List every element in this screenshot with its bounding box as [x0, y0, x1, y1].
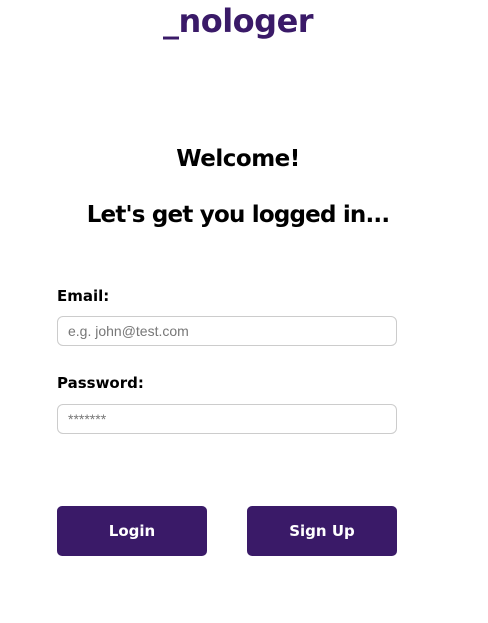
login-subtitle: Let's get you logged in...: [86, 202, 390, 228]
welcome-heading: Welcome!: [176, 146, 300, 172]
password-label: Password:: [57, 374, 144, 392]
login-button[interactable]: Login: [57, 506, 207, 556]
login-page: _nologer Welcome! Let's get you logged i…: [0, 0, 488, 623]
email-label: Email:: [57, 287, 110, 305]
email-field[interactable]: [57, 316, 397, 346]
password-field[interactable]: [57, 404, 397, 434]
signup-button[interactable]: Sign Up: [247, 506, 397, 556]
app-logo: _nologer: [162, 2, 314, 40]
